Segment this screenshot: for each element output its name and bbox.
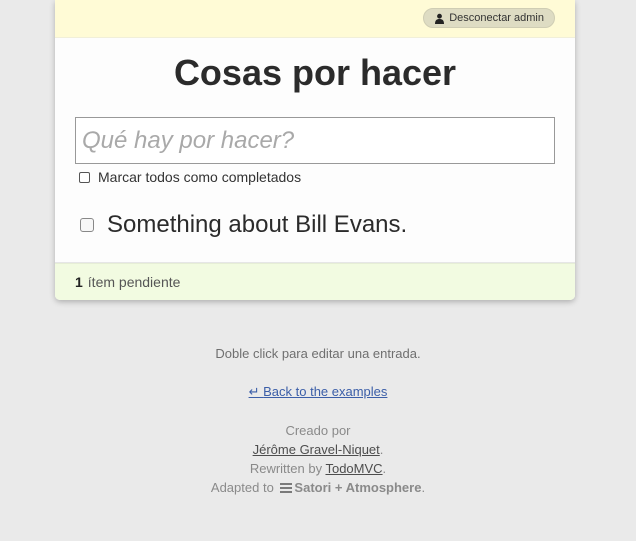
login-bar: Desconectar admin bbox=[55, 0, 575, 38]
logout-button[interactable]: Desconectar admin bbox=[423, 8, 555, 28]
logout-label: Desconectar admin bbox=[449, 12, 544, 24]
todo-label[interactable]: Something about Bill Evans. bbox=[107, 211, 407, 239]
toggle-all-row: Marcar todos como completados bbox=[79, 168, 575, 186]
rewritten-by-text: Rewritten by bbox=[249, 461, 323, 476]
brand-name: Satori + Atmosphere bbox=[294, 480, 422, 495]
back-link-label: Back to the examples bbox=[263, 384, 388, 399]
todo-app: Desconectar admin Cosas por hacer Marcar… bbox=[55, 0, 575, 300]
info-footer: Doble click para editar una entrada. ↵ B… bbox=[0, 344, 636, 498]
todo-item[interactable]: Something about Bill Evans. bbox=[55, 204, 575, 262]
rewriter-suffix: . bbox=[382, 461, 387, 476]
edit-hint: Doble click para editar una entrada. bbox=[215, 346, 421, 361]
hamburger-icon bbox=[280, 479, 293, 498]
todo-list: Something about Bill Evans. bbox=[55, 204, 575, 263]
rewritten-row: Rewritten by TodoMVC. bbox=[0, 459, 636, 478]
toggle-all-label[interactable]: Marcar todos como completados bbox=[98, 169, 301, 185]
new-todo-input[interactable] bbox=[75, 117, 555, 164]
todo-count-label: ítem pendiente bbox=[87, 274, 181, 290]
user-icon bbox=[434, 13, 445, 24]
return-arrow-icon: ↵ bbox=[248, 384, 260, 399]
credits: Creado por Jérôme Gravel-Niquet. Rewritt… bbox=[0, 421, 636, 498]
author-row: Jérôme Gravel-Niquet. bbox=[0, 440, 636, 459]
todo-toggle-checkbox[interactable] bbox=[80, 218, 94, 232]
adapted-row: Adapted to Satori + Atmosphere. bbox=[0, 478, 636, 498]
todo-count: 1 bbox=[75, 274, 83, 290]
created-by-text: Creado por bbox=[285, 423, 351, 438]
brand-suffix: . bbox=[421, 480, 426, 495]
toggle-all-checkbox[interactable] bbox=[79, 171, 90, 183]
page-title: Cosas por hacer bbox=[173, 52, 457, 93]
todomvc-link[interactable]: TodoMVC bbox=[325, 461, 382, 476]
back-row: ↵ Back to the examples bbox=[0, 382, 636, 401]
author-suffix: . bbox=[379, 442, 384, 457]
adapted-to-text: Adapted to bbox=[210, 480, 274, 495]
back-to-examples-link[interactable]: ↵ Back to the examples bbox=[249, 384, 388, 399]
todo-footer: 1 ítem pendiente bbox=[55, 263, 575, 300]
author-link[interactable]: Jérôme Gravel-Niquet bbox=[253, 442, 380, 457]
